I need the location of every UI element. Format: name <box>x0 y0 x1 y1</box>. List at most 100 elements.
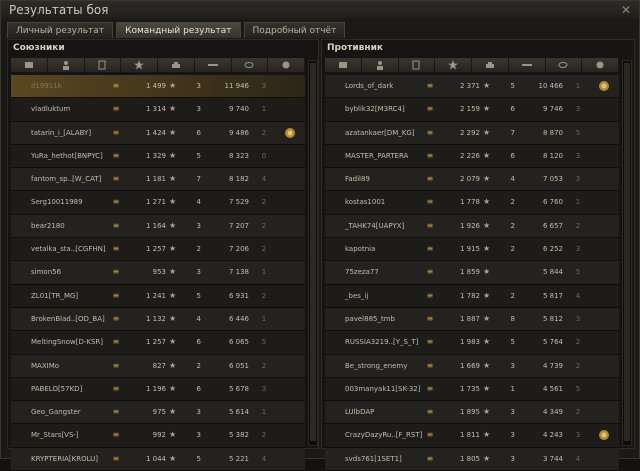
table-row[interactable]: _bes_ij ≡ 1 782 ★ 2 5 817 4 <box>325 284 619 308</box>
star-icon: ★ <box>483 81 491 90</box>
table-row[interactable]: vetalka_sta..[CGFHN] ≡ 1 257 ★ 2 7 206 2 <box>11 238 305 262</box>
rating-value: 1 895 <box>459 408 480 417</box>
tank-type-icon[interactable] <box>11 58 48 72</box>
damage-value: 4 349 <box>542 408 563 417</box>
table-row[interactable]: ZL01[TR_MG] ≡ 1 241 ★ 5 6 931 2 <box>11 284 305 308</box>
player-icon[interactable] <box>48 58 85 72</box>
kills-value: 4 <box>510 175 515 184</box>
medal-header-icon[interactable] <box>582 58 619 72</box>
table-row[interactable]: Geo_Gangster ≡ 975 ★ 3 5 614 1 <box>11 401 305 425</box>
damage-value: 9 486 <box>228 128 249 137</box>
star-icon: ★ <box>169 244 177 254</box>
rating-value: 1 926 <box>459 221 480 230</box>
star-icon: ★ <box>483 267 491 277</box>
rating-value: 2 371 <box>459 82 480 90</box>
kills-tank-icon[interactable] <box>158 58 195 72</box>
tank-type-icon[interactable] <box>325 58 362 72</box>
medal-header-icon[interactable] <box>268 58 305 72</box>
table-row[interactable]: tatarin_i_[ALABY] ≡ 1 424 ★ 6 9 486 2 <box>11 121 305 145</box>
spotted-value: 2 <box>261 128 267 137</box>
allies-scrollbar[interactable] <box>308 60 318 446</box>
spotted-value: 3 <box>575 431 581 440</box>
table-row[interactable]: CrazyDazyRu..[F_RST] ≡ 1 811 ★ 3 4 243 3 <box>325 424 619 448</box>
damage-value: 5 812 <box>542 314 563 323</box>
rating-value: 2 292 <box>459 128 480 137</box>
player-name: _bes_ij <box>345 291 369 300</box>
player-icon[interactable] <box>362 58 399 72</box>
scrollbar-thumb[interactable] <box>624 63 630 441</box>
rank-icon[interactable] <box>399 58 436 72</box>
table-row[interactable]: BrokenBlad..[OD_BA] ≡ 1 132 ★ 4 6 446 1 <box>11 307 305 332</box>
table-row[interactable]: fantom_sp..[W_CAT] ≡ 1 181 ★ 7 8 182 4 <box>11 168 305 192</box>
table-row[interactable]: MAXIMo ≡ 827 ★ 2 6 051 2 <box>11 354 305 378</box>
table-row[interactable]: KRYPTERIA[KROLU] ≡ 1 044 ★ 5 5 221 4 <box>11 447 305 471</box>
rating-star-icon[interactable] <box>121 58 158 72</box>
spotted-value: 2 <box>261 245 267 254</box>
rating-star-icon[interactable] <box>435 58 472 72</box>
rating-value: 1 782 <box>459 291 480 300</box>
spotted-value: 3 <box>575 245 581 254</box>
table-row[interactable]: simon56 ≡ 953 ★ 3 7 138 1 <box>11 261 305 285</box>
table-row[interactable]: Lords_of_dark ≡ 2 371 ★ 5 10 466 1 <box>325 75 619 99</box>
table-row[interactable]: MeltingSnow[D-KSR] ≡ 1 257 ★ 6 6 065 5 <box>11 331 305 355</box>
table-row[interactable]: YuRa_hethot[BNPYC] ≡ 1 329 ★ 5 8 323 0 <box>11 144 305 169</box>
table-row[interactable]: _TAHK74[UAPYX] ≡ 1 926 ★ 2 6 657 2 <box>325 214 619 239</box>
table-row[interactable]: Serg10011989 ≡ 1 271 ★ 4 7 529 2 <box>11 191 305 215</box>
tab-team-result[interactable]: Командный результат <box>116 22 241 38</box>
damage-value: 6 252 <box>542 245 563 254</box>
rank-icon: ≡ <box>426 244 434 254</box>
player-name: kostas1001 <box>345 198 386 207</box>
scrollbar-thumb[interactable] <box>310 63 316 441</box>
rating-value: 1 164 <box>145 221 166 230</box>
tab-personal-result[interactable]: Личный результат <box>7 22 114 38</box>
table-row[interactable]: bear2180 ≡ 1 164 ★ 3 7 207 2 <box>11 214 305 239</box>
table-row[interactable]: PABELO[57KD] ≡ 1 196 ★ 6 5 678 3 <box>11 377 305 402</box>
enemies-scrollbar[interactable] <box>622 60 632 446</box>
spotted-value: 2 <box>261 361 267 370</box>
table-row[interactable]: MASTER_PARTERA ≡ 2 226 ★ 6 8 120 3 <box>325 144 619 169</box>
table-row[interactable]: Be_strong_enemy ≡ 1 669 ★ 3 4 739 2 <box>325 354 619 378</box>
spotted-value: 2 <box>261 291 267 300</box>
kills-tank-icon[interactable] <box>472 58 509 72</box>
spotted-icon[interactable] <box>546 58 583 72</box>
table-row[interactable]: LUlbDAP ≡ 1 895 ★ 3 4 349 2 <box>325 401 619 425</box>
tab-detailed-report[interactable]: Подробный отчёт <box>243 22 346 38</box>
damage-gun-icon[interactable] <box>195 58 232 72</box>
rating-value: 1 811 <box>459 431 480 440</box>
table-row[interactable]: azatankaer[DM_KG] ≡ 2 292 ★ 7 8 870 5 <box>325 121 619 145</box>
star-icon: ★ <box>169 360 177 370</box>
damage-value: 7 053 <box>542 175 563 184</box>
star-icon: ★ <box>169 174 177 184</box>
player-name: Serg10011989 <box>31 198 83 207</box>
table-row[interactable]: RUSSIA3219..[Y_S_T] ≡ 1 983 ★ 5 5 764 2 <box>325 331 619 355</box>
spotted-icon[interactable] <box>232 58 269 72</box>
table-row[interactable]: 003manyak11[SK-32] ≡ 1 735 ★ 1 4 561 5 <box>325 377 619 402</box>
table-row[interactable]: vladluktum ≡ 1 314 ★ 3 9 740 1 <box>11 98 305 122</box>
table-row[interactable]: Fadil89 ≡ 2 079 ★ 4 7 053 3 <box>325 168 619 192</box>
rating-value: 1 859 <box>459 268 480 277</box>
close-icon[interactable]: ✕ <box>619 3 633 17</box>
table-row[interactable]: byblik32[M3RC4] ≡ 2 159 ★ 6 9 746 3 <box>325 98 619 122</box>
damage-value: 6 760 <box>542 198 563 207</box>
table-row[interactable]: 75zeza77 ≡ 1 859 ★ 5 844 5 <box>325 261 619 285</box>
rank-icon: ≡ <box>426 220 434 230</box>
spotted-value: 2 <box>575 408 581 417</box>
window-title: Результаты боя <box>9 3 109 17</box>
rating-value: 827 <box>152 361 166 370</box>
table-row[interactable]: kapotnia ≡ 1 915 ★ 2 6 252 3 <box>325 238 619 262</box>
kills-value: 6 <box>196 384 201 393</box>
kills-value: 7 <box>510 128 515 137</box>
table-row[interactable]: svds761[1SET1] ≡ 1 805 ★ 3 3 744 4 <box>325 447 619 471</box>
rank-icon: ≡ <box>112 290 120 300</box>
table-row[interactable]: d19911k ≡ 1 499 ★ 3 11 946 3 <box>11 75 305 99</box>
rating-value: 1 669 <box>459 361 480 370</box>
kills-value: 3 <box>196 431 201 440</box>
damage-value: 8 120 <box>542 151 563 160</box>
player-name: vladluktum <box>31 105 71 114</box>
damage-gun-icon[interactable] <box>509 58 546 72</box>
rank-icon[interactable] <box>85 58 122 72</box>
table-row[interactable]: kostas1001 ≡ 1 778 ★ 2 6 760 1 <box>325 191 619 215</box>
table-row[interactable]: Mr_Stars[VS-] ≡ 992 ★ 3 5 382 2 <box>11 424 305 448</box>
table-row[interactable]: pavel885_tmb ≡ 1 887 ★ 8 5 812 3 <box>325 307 619 332</box>
rank-icon: ≡ <box>426 383 434 393</box>
